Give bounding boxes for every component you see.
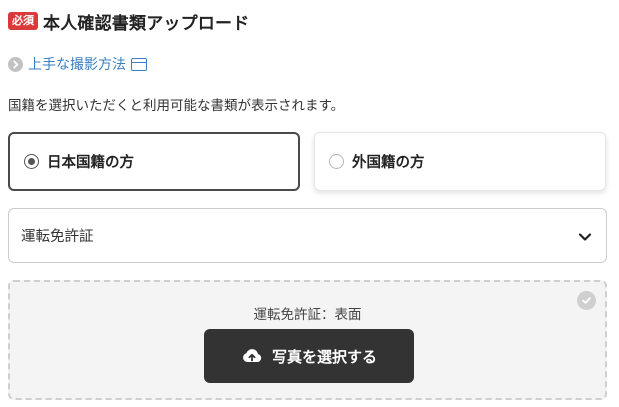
required-badge: 必須 <box>8 12 38 30</box>
cloud-upload-icon <box>241 348 263 364</box>
nationality-description: 国籍を選択いただくと利用可能な書類が表示されます。 <box>8 98 345 114</box>
nationality-option-label: 外国籍の方 <box>352 155 425 171</box>
document-type-select[interactable]: 運転免許証 <box>8 208 607 263</box>
howto-link[interactable]: 上手な撮影方法 <box>28 54 126 74</box>
upload-document-label: 運転免許証：表面 <box>253 307 362 323</box>
select-photo-button[interactable]: 写真を選択する <box>204 329 414 383</box>
nationality-option-label: 日本国籍の方 <box>47 155 134 171</box>
nationality-option-japanese[interactable]: 日本国籍の方 <box>8 132 300 191</box>
section-header: 必須 本人確認書類アップロード <box>8 9 250 34</box>
chevron-down-icon <box>578 229 592 248</box>
section-title: 本人確認書類アップロード <box>43 13 250 34</box>
radio-button-unselected[interactable] <box>329 154 344 169</box>
radio-button-selected[interactable] <box>24 154 39 169</box>
howto-link-row[interactable]: 上手な撮影方法 <box>8 54 147 74</box>
document-type-value: 運転免許証 <box>21 229 94 245</box>
upload-dropzone[interactable]: 運転免許証：表面 写真を選択する <box>8 280 607 400</box>
nationality-option-foreign[interactable]: 外国籍の方 <box>314 132 606 191</box>
chevron-right-icon <box>8 56 23 72</box>
window-icon <box>131 57 147 71</box>
select-photo-button-label: 写真を選択する <box>271 347 377 366</box>
